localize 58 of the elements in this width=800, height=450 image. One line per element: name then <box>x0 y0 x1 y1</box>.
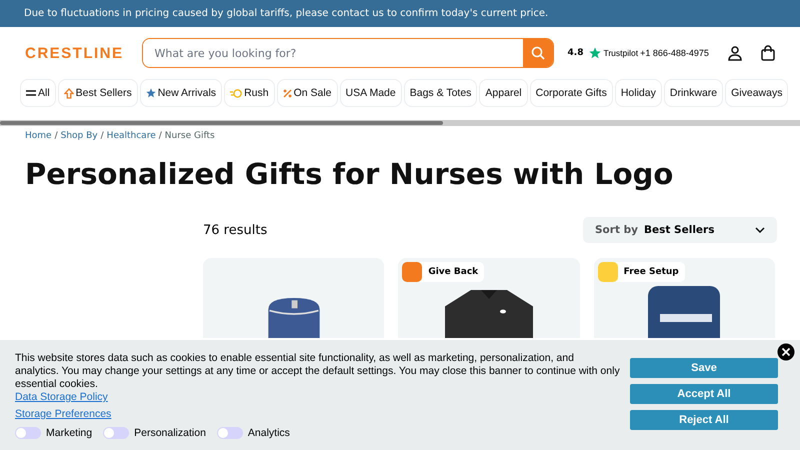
breadcrumb-link[interactable]: Nurse Gifts <box>164 131 215 141</box>
scrollbar-thumb[interactable] <box>0 121 443 125</box>
close-icon[interactable] <box>777 343 795 361</box>
percent-icon <box>282 88 292 98</box>
category-tab[interactable]: Bags & Totes <box>404 79 478 107</box>
cookie-message: This website stores data such as cookies to enable essential site functionality, as well as marketing, personalization, and analytics. You may change your settings at any time or accept the default settings. You may close this banner to continue with only essential cookies. <box>15 352 620 391</box>
product-badge: Give Back <box>402 262 484 282</box>
cooler-bag-drawing <box>266 298 322 338</box>
toggle-switch[interactable] <box>103 427 130 439</box>
user-icon[interactable] <box>726 45 743 61</box>
announcement-text: Due to fluctuations in pricing caused by global tariffs, please contact us to confirm today's current price. <box>24 8 548 19</box>
clock-icon <box>230 88 242 98</box>
rating-score: 4.8 <box>568 48 584 58</box>
page-title: Personalized Gifts for Nurses with Logo <box>25 157 674 191</box>
category-tab[interactable]: Holiday <box>614 79 662 107</box>
product-card[interactable]: Free Setup <box>594 258 775 338</box>
toggle-switch[interactable] <box>15 427 41 439</box>
category-tab[interactable]: Apparel <box>479 79 528 107</box>
phone-link[interactable]: +1 866-488-4975 <box>640 48 709 58</box>
category-tab[interactable]: Corporate Gifts <box>530 79 613 107</box>
results-count: 76 results <box>203 222 268 238</box>
product-card[interactable]: Give Back <box>398 258 580 338</box>
breadcrumb-separator: / <box>54 131 58 141</box>
trustpilot-link[interactable]: Trustpilot <box>603 48 638 58</box>
toggle-label: Marketing <box>46 427 92 439</box>
product-badge: Free Setup <box>598 262 685 282</box>
breadcrumb-link[interactable]: Shop By <box>60 131 98 141</box>
category-tab[interactable]: On Sale <box>276 79 338 107</box>
breadcrumb-separator: / <box>100 131 104 141</box>
breadcrumb-link[interactable]: Home <box>25 131 52 141</box>
menu-icon <box>26 89 36 97</box>
category-tab[interactable]: Rush <box>224 79 275 107</box>
category-tab[interactable]: USA Made <box>340 79 402 107</box>
cookie-button[interactable]: Reject All <box>630 410 778 430</box>
sort-dropdown[interactable]: Sort by Best Sellers <box>583 217 777 243</box>
category-tab[interactable]: Giveaways <box>725 79 788 107</box>
search-field[interactable]: What are you looking for? <box>142 38 554 68</box>
category-tab[interactable]: All <box>20 79 56 107</box>
policy-link[interactable]: Data Storage Policy <box>15 391 108 403</box>
search-button[interactable] <box>522 39 553 67</box>
star-icon <box>146 88 156 98</box>
search-icon <box>530 46 545 60</box>
category-tab[interactable]: New Arrivals <box>140 79 222 107</box>
toggle-label: Personalization <box>134 427 206 439</box>
chevron-down-icon <box>755 227 765 233</box>
product-card[interactable] <box>203 258 384 338</box>
breadcrumb-link[interactable]: Healthcare <box>106 131 156 141</box>
category-tab[interactable]: Best Sellers <box>58 79 138 107</box>
breadcrumb-separator: / <box>158 131 162 141</box>
category-tab[interactable]: Drinkware <box>664 79 724 107</box>
shopping-bag-icon[interactable] <box>760 45 775 61</box>
star-icon <box>589 47 602 59</box>
cookie-button[interactable]: Accept All <box>630 384 778 404</box>
toggle-switch[interactable] <box>216 427 243 439</box>
preferences-link[interactable]: Storage Preferences <box>15 408 112 420</box>
cookie-button[interactable]: Save <box>630 358 778 378</box>
arrow-up-icon <box>64 88 74 98</box>
toggle-label: Analytics <box>248 427 290 439</box>
